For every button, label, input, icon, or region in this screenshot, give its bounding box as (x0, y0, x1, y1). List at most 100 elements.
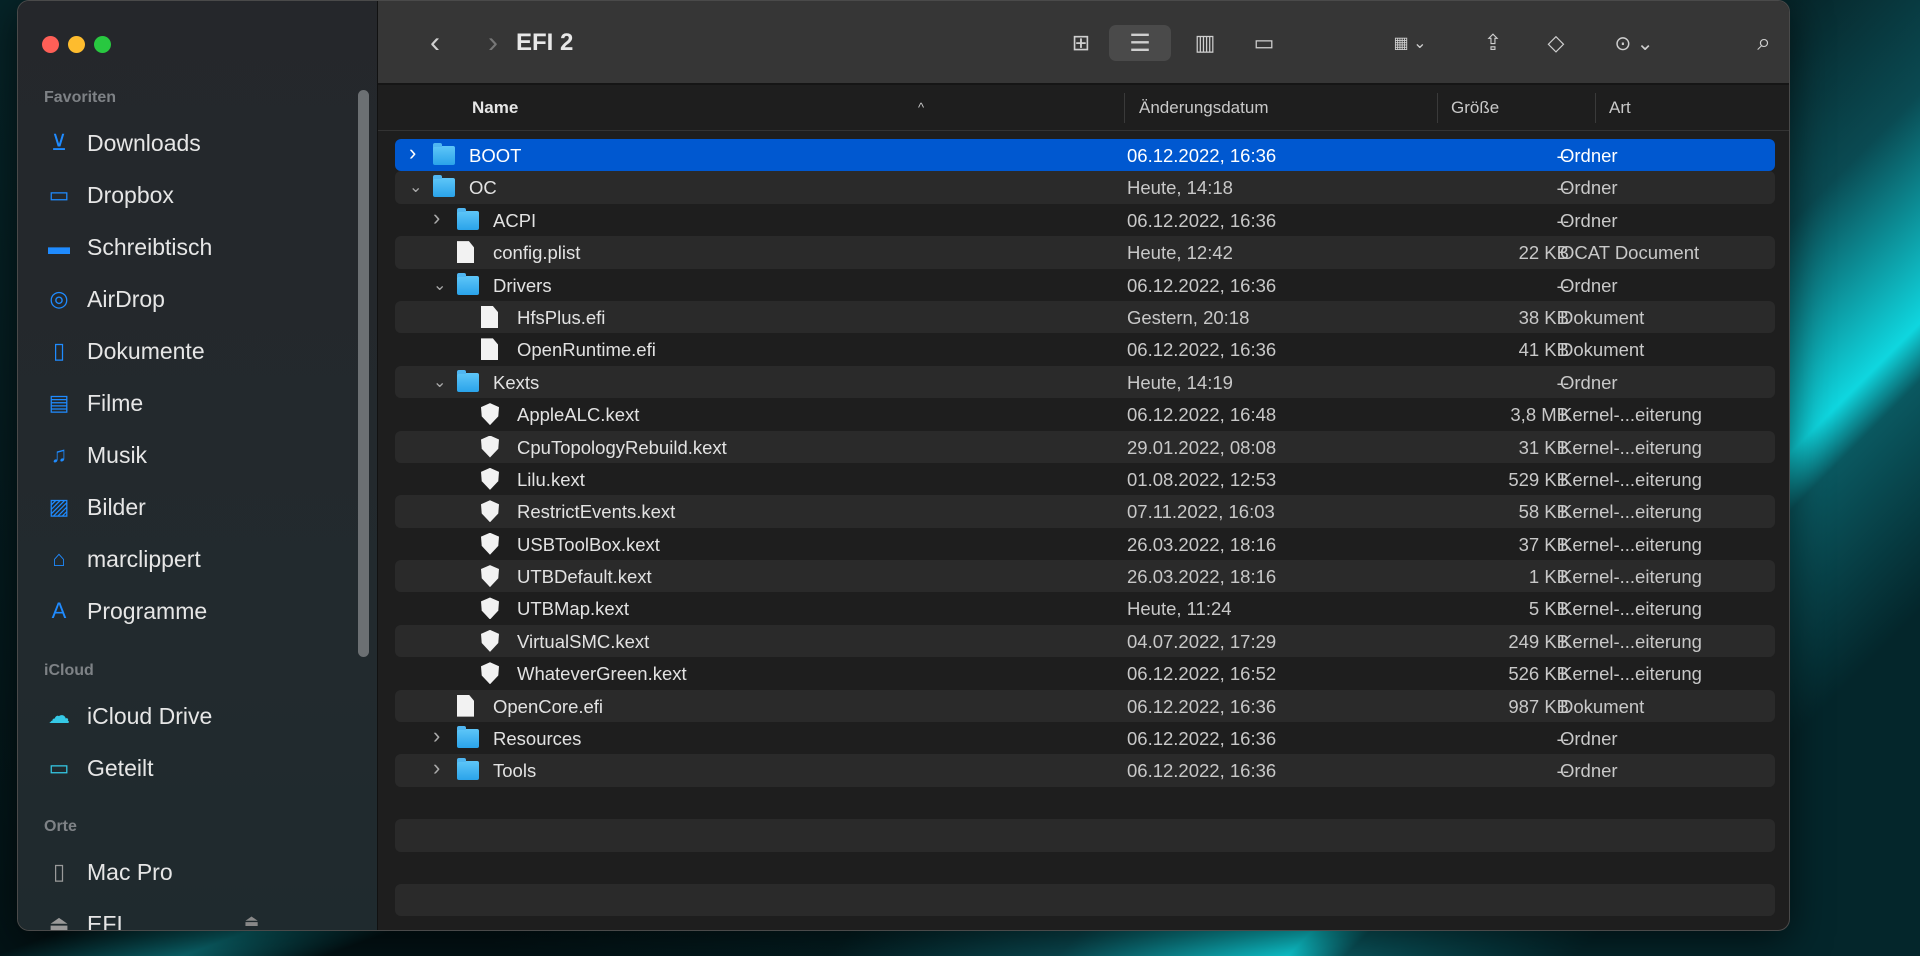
share-button[interactable]: ⇪ (1476, 25, 1510, 61)
file-date: 06.12.2022, 16:36 (1127, 339, 1277, 361)
sidebar-item-label: Geteilt (87, 754, 154, 781)
file-row[interactable]: ⌄ Kexts Heute, 14:19 -- Ordner (395, 365, 1775, 399)
file-date: 06.12.2022, 16:36 (1127, 728, 1277, 750)
file-row[interactable]: OpenRuntime.efi 06.12.2022, 16:36 41 KB Dok… (395, 333, 1775, 365)
file-name: AppleALC.kext (517, 404, 640, 426)
gallery-view-button[interactable]: ▭ (1244, 25, 1284, 61)
sidebar-section-favoriten: Favoriten (44, 89, 117, 106)
chevron-right-icon[interactable]: › (433, 723, 440, 749)
sidebar-item-label: Filme (87, 389, 144, 416)
file-row[interactable]: › Tools 06.12.2022, 16:36 -- Ordner (395, 754, 1775, 787)
file-row[interactable]: AppleALC.kext 06.12.2022, 16:48 3,8 MB Kern… (395, 398, 1775, 430)
search-button[interactable]: ⌕ (1746, 25, 1782, 61)
file-row[interactable]: HfsPlus.efi Gestern, 20:18 38 KB Dokument (395, 300, 1775, 334)
file-row[interactable]: UTBDefault.kext 26.03.2022, 18:16 1 KB Kern… (395, 560, 1775, 593)
chevron-left-icon: ‹ (430, 26, 440, 59)
file-row[interactable]: OpenCore.efi 06.12.2022, 16:36 987 KB Dokum… (395, 689, 1775, 723)
sidebar-item-dropbox[interactable]: ▭ Dropbox (44, 175, 364, 215)
share-icon: ⇪ (1483, 30, 1503, 55)
sidebar-item-mac-pro[interactable]: ▯ Mac Pro (44, 852, 364, 892)
file-date: 06.12.2022, 16:36 (1127, 274, 1277, 296)
sidebar-item-downloads[interactable]: ⊻ Downloads (44, 123, 364, 163)
column-kind[interactable]: Art (1609, 98, 1631, 118)
file-list: › BOOT 06.12.2022, 16:36 -- Ordner ⌄ OC Heute, … (395, 139, 1775, 917)
file-name: BOOT (469, 145, 522, 166)
file-row[interactable]: RestrictEvents.kext 07.11.2022, 16:03 58 K… (395, 495, 1775, 528)
file-name: USBToolBox.kext (517, 533, 660, 555)
file-date: 29.01.2022, 08:08 (1127, 436, 1277, 458)
list-view-button[interactable]: ☰ (1109, 25, 1171, 61)
file-row[interactable]: UTBMap.kext Heute, 11:24 5 KB Kernel-...eit… (395, 592, 1775, 624)
column-date[interactable]: Änderungsdatum (1139, 98, 1268, 118)
file-name: WhateverGreen.kext (517, 663, 687, 685)
apps-icon: A (51, 598, 67, 623)
file-name: Drivers (493, 274, 552, 296)
desktop-icon: ▬ (48, 234, 70, 259)
chevron-right-icon[interactable]: › (409, 140, 416, 166)
sidebar-section-icloud: iCloud (44, 662, 94, 679)
file-date: 06.12.2022, 16:48 (1127, 404, 1277, 426)
file-row[interactable]: ⌄ OC Heute, 14:18 -- Ordner (395, 171, 1775, 204)
column-size[interactable]: Größe (1451, 98, 1499, 118)
tag-button[interactable]: ◇ (1538, 25, 1574, 61)
file-row[interactable]: WhateverGreen.kext 06.12.2022, 16:52 526 K… (395, 657, 1775, 689)
eject-icon[interactable]: ⏏ (244, 911, 259, 930)
minimize-button[interactable] (68, 36, 85, 53)
file-row[interactable]: › ACPI 06.12.2022, 16:36 -- Ordner (395, 204, 1775, 236)
back-button[interactable]: ‹ (420, 25, 450, 61)
sidebar-item-marclippert[interactable]: ⌂ marclippert (44, 539, 364, 579)
file-kind: Ordner (1560, 274, 1618, 296)
sidebar-item-geteilt[interactable]: ▭ Geteilt (44, 748, 364, 788)
file-date: 06.12.2022, 16:36 (1127, 209, 1277, 231)
sidebar-item-bilder[interactable]: ▨ Bilder (44, 487, 364, 527)
file-kind: Kernel-...eiterung (1560, 663, 1702, 685)
sidebar-item-dokumente[interactable]: ▯ Dokumente (44, 331, 364, 371)
home-icon: ⌂ (52, 546, 66, 571)
chevron-down-icon[interactable]: ⌄ (433, 275, 446, 295)
zoom-button[interactable] (94, 36, 111, 53)
file-row[interactable]: VirtualSMC.kext 04.07.2022, 17:29 249 KB Ke… (395, 624, 1775, 658)
folder-icon (457, 207, 479, 230)
file-kind: Dokument (1560, 306, 1645, 328)
chevron-right-icon[interactable]: › (433, 205, 440, 231)
chevron-down-icon[interactable]: ⌄ (409, 177, 422, 197)
file-row[interactable]: ⌄ Drivers 06.12.2022, 16:36 -- Ordner (395, 269, 1775, 301)
sidebar-item-efi[interactable]: ⏏ EFI (44, 904, 364, 931)
file-row[interactable]: Lilu.kext 01.08.2022, 12:53 529 KB Kernel-.… (395, 463, 1775, 495)
sidebar-item-airdrop[interactable]: ◎ AirDrop (44, 279, 364, 319)
sidebar-item-programme[interactable]: A Programme (44, 591, 364, 631)
chevron-down-icon[interactable]: ⌄ (433, 372, 446, 392)
column-view-button[interactable]: ▥ (1186, 25, 1224, 61)
file-kind: OCAT Document (1560, 242, 1700, 264)
sidebar-item-musik[interactable]: ♫ Musik (44, 435, 364, 475)
sidebar-item-label: Downloads (87, 129, 201, 156)
file-row[interactable]: config.plist Heute, 12:42 22 KB OCAT Docume… (395, 236, 1775, 269)
file-kind: Kernel-...eiterung (1560, 404, 1702, 426)
sidebar-item-filme[interactable]: ▤ Filme (44, 383, 364, 423)
icon-view-button[interactable]: ⊞ (1062, 25, 1100, 61)
grid-icon: ⊞ (1071, 30, 1091, 55)
file-row[interactable]: USBToolBox.kext 26.03.2022, 18:16 37 KB Ker… (395, 528, 1775, 560)
file-name: OpenCore.efi (493, 695, 604, 717)
file-row[interactable]: CpuTopologyRebuild.kext 29.01.2022, 08:08… (395, 430, 1775, 463)
column-divider (1595, 93, 1596, 123)
file-name: ACPI (493, 209, 537, 231)
more-actions-button[interactable]: ⊙ ⌄ (1604, 25, 1664, 61)
sidebar-item-schreibtisch[interactable]: ▬ Schreibtisch (44, 227, 364, 267)
column-divider (1437, 93, 1438, 123)
file-row[interactable]: › Resources 06.12.2022, 16:36 -- Ordner (395, 722, 1775, 754)
sidebar-item-icloud-drive[interactable]: ☁ iCloud Drive (44, 696, 364, 736)
column-name[interactable]: Name (472, 98, 518, 118)
file-row[interactable]: › BOOT 06.12.2022, 16:36 -- Ordner (395, 139, 1775, 172)
document-icon: ▯ (52, 338, 66, 363)
group-button[interactable]: ▦ ⌄ (1382, 25, 1438, 61)
file-kind: Ordner (1560, 760, 1618, 782)
column-header: Name ^ Änderungsdatum Größe Art (378, 87, 1789, 131)
close-button[interactable] (42, 36, 59, 53)
file-date: 06.12.2022, 16:52 (1127, 663, 1277, 685)
chevron-right-icon[interactable]: › (433, 755, 440, 781)
forward-button[interactable]: › (478, 25, 508, 61)
cloud-icon: ☁ (48, 703, 70, 728)
music-icon: ♫ (50, 442, 68, 467)
file-name: Lilu.kext (517, 468, 585, 490)
